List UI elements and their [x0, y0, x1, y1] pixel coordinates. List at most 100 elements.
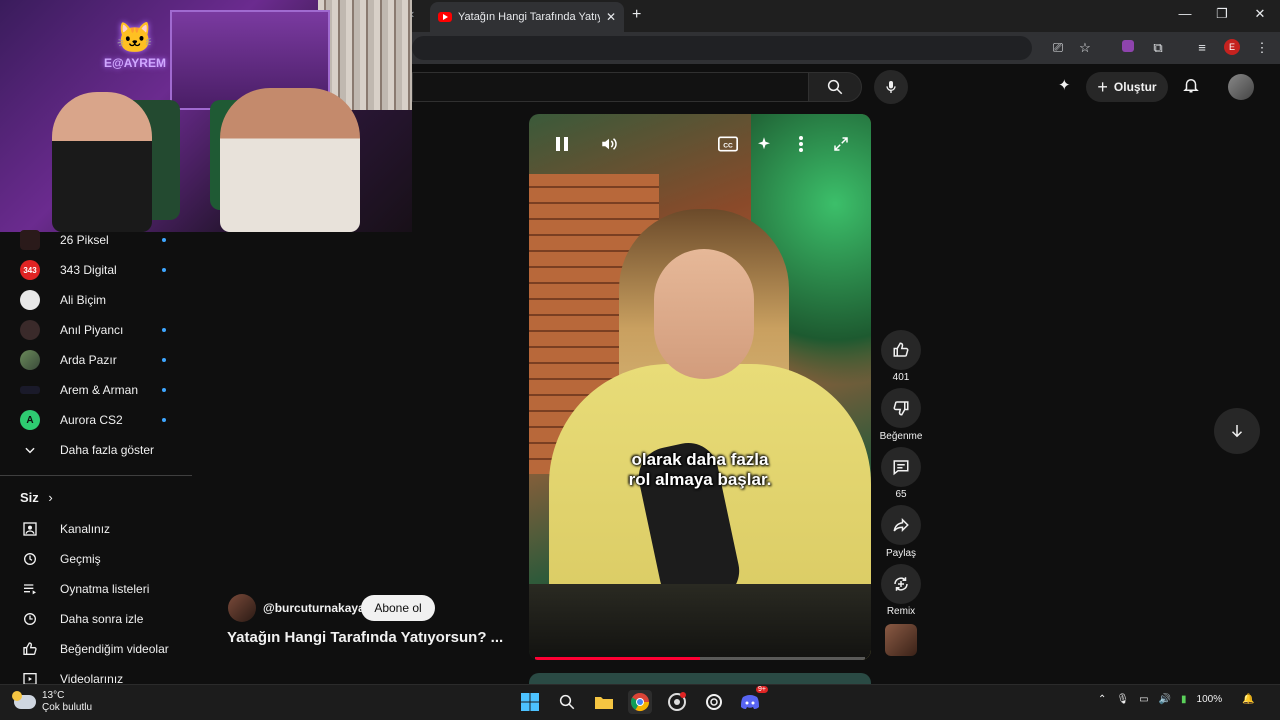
create-button[interactable]: + Oluştur	[1086, 72, 1168, 102]
streamer-person	[52, 92, 152, 232]
pause-button[interactable]	[549, 134, 575, 154]
chrome-taskbar-button[interactable]	[628, 690, 652, 714]
sidebar-item-343-digital[interactable]: 343 343 Digital	[0, 255, 192, 285]
display-icon[interactable]: ▭	[1139, 694, 1148, 705]
streamer-person	[220, 88, 360, 232]
share-label: Paylaş	[885, 548, 916, 559]
bookmark-star-icon[interactable]: ☆	[1075, 38, 1095, 58]
sidebar-item-aurora-cs2[interactable]: A Aurora CS2	[0, 405, 192, 435]
shorts-video-player[interactable]: CC olarak daha fazla rol almaya başlar.	[529, 114, 871, 660]
volume-button[interactable]	[596, 134, 622, 154]
svg-text:CC: CC	[723, 142, 733, 149]
file-explorer-button[interactable]	[592, 690, 616, 714]
browser-tab-active[interactable]: Yatağın Hangi Tarafında Yatıyorsun? ... …	[430, 2, 624, 32]
pause-icon	[556, 137, 568, 151]
remix-sparkle-button[interactable]	[751, 134, 777, 154]
voice-search-button[interactable]	[874, 70, 908, 104]
sidebar-item-label: Anıl Piyancı	[60, 323, 124, 337]
audio-source-thumbnail[interactable]	[885, 624, 917, 656]
maximize-window-button[interactable]: ❐	[1212, 6, 1232, 22]
sidebar-divider	[0, 475, 192, 476]
more-options-button[interactable]	[788, 134, 814, 154]
channel-avatar	[20, 350, 40, 370]
sidebar-item-watch-later[interactable]: Daha sonra izle	[0, 604, 192, 634]
fullscreen-button[interactable]	[828, 134, 854, 154]
like-button[interactable]	[881, 330, 921, 370]
discord-taskbar-button[interactable]: 9+	[738, 686, 768, 714]
windows-start-button[interactable]	[518, 690, 542, 714]
battery-icon[interactable]: ▮	[1181, 694, 1187, 705]
subscribe-button[interactable]: Abone ol	[361, 595, 435, 621]
chatgpt-taskbar-button[interactable]	[702, 690, 726, 714]
sidebar-item-anil-piyanci[interactable]: Anıl Piyancı	[0, 315, 192, 345]
close-window-button[interactable]: ✕	[1250, 6, 1270, 22]
sidebar-item-your-channel[interactable]: Kanalınız	[0, 514, 192, 544]
sidebar-item-26-piksel[interactable]: 26 Piksel	[0, 225, 192, 255]
browser-menu-icon[interactable]: ⋮	[1252, 38, 1272, 58]
sidebar-show-more[interactable]: Daha fazla göster	[0, 435, 192, 465]
sidebar-item-history[interactable]: Geçmiş	[0, 544, 192, 574]
channel-handle[interactable]: @burcuturnakaya	[263, 601, 365, 615]
weather-temperature: 13°C	[42, 690, 65, 701]
sidebar-item-liked-videos[interactable]: Beğendiğim videolar	[0, 634, 192, 664]
partly-cloudy-icon	[12, 691, 36, 709]
remix-icon	[894, 577, 908, 591]
share-button[interactable]	[881, 505, 921, 545]
media-control-icon[interactable]: ≡	[1192, 38, 1212, 58]
discord-icon	[741, 695, 759, 709]
weather-description: Çok bulutlu	[42, 702, 93, 713]
dislike-button[interactable]	[881, 388, 921, 428]
sidebar-item-arem-arman[interactable]: Arem & Arman	[0, 375, 192, 405]
next-short-button[interactable]	[1214, 408, 1260, 454]
remix-button[interactable]	[881, 564, 921, 604]
thumbs-up-icon	[893, 342, 909, 357]
captions-button[interactable]: CC	[715, 134, 741, 154]
channel-avatar	[20, 386, 40, 394]
minimize-window-button[interactable]: —	[1175, 6, 1195, 21]
search-button[interactable]	[808, 72, 862, 102]
notifications-bell-icon[interactable]	[1182, 76, 1200, 99]
watch-later-icon	[20, 609, 40, 629]
creator-studio-icon[interactable]: ✦	[1058, 76, 1071, 94]
new-content-dot	[162, 328, 166, 332]
create-label: Oluştur	[1113, 80, 1157, 94]
extensions-puzzle-icon[interactable]: ⧉	[1148, 38, 1168, 58]
sidebar-item-ali-bicim[interactable]: Ali Biçim	[0, 285, 192, 315]
fullscreen-icon	[834, 137, 848, 151]
extension-purple-icon[interactable]	[1118, 38, 1138, 58]
comments-button[interactable]	[881, 447, 921, 487]
sidebar-item-label: Beğendiğim videolar	[60, 642, 169, 656]
sidebar-item-label: Aurora CS2	[60, 413, 123, 427]
taskbar-search-button[interactable]	[555, 690, 579, 714]
new-content-dot	[162, 418, 166, 422]
sidebar-item-arda-pazir[interactable]: Arda Pazır	[0, 345, 192, 375]
subtitle-line: olarak daha fazla	[631, 450, 769, 469]
browser-profile-avatar[interactable]: E	[1224, 39, 1240, 55]
user-avatar[interactable]	[1228, 74, 1254, 100]
sidebar-you-header[interactable]: Siz ›	[20, 490, 53, 505]
search-input[interactable]	[412, 72, 808, 102]
weather-widget[interactable]: 13°C Çok bulutlu	[12, 690, 93, 714]
new-content-dot	[162, 358, 166, 362]
tab-close-button[interactable]: ✕	[606, 10, 616, 24]
new-tab-button[interactable]: +	[632, 6, 641, 24]
video-title[interactable]: Yatağın Hangi Tarafında Yatıyorsun? ...	[227, 629, 503, 646]
channel-avatar[interactable]	[228, 594, 256, 622]
channel-icon	[20, 519, 40, 539]
notification-bell-icon[interactable]: 🔔	[1242, 694, 1254, 705]
microphone-icon[interactable]: 🎙	[1116, 694, 1129, 705]
speaker-icon[interactable]: 🔊	[1159, 694, 1171, 705]
sidebar-item-label: Daha fazla göster	[60, 443, 155, 457]
sidebar-item-label: 343 Digital	[60, 263, 117, 277]
thumbs-down-icon	[893, 401, 909, 416]
chevron-down-icon	[20, 440, 40, 460]
battery-percentage: 100%	[1196, 694, 1223, 705]
tray-overflow-chevron-icon[interactable]: ⌃	[1098, 694, 1106, 705]
youtube-favicon-icon	[438, 12, 452, 22]
obs-taskbar-button[interactable]	[665, 690, 689, 714]
video-progress-bar[interactable]	[535, 657, 865, 660]
system-tray: ⌃ 🎙 ▭ 🔊 ▮ 100% 🔔	[1098, 694, 1255, 705]
sidebar-item-playlists[interactable]: Oynatma listeleri	[0, 574, 192, 604]
address-bar[interactable]	[412, 36, 1032, 60]
install-app-icon[interactable]: ⎚	[1048, 38, 1068, 58]
